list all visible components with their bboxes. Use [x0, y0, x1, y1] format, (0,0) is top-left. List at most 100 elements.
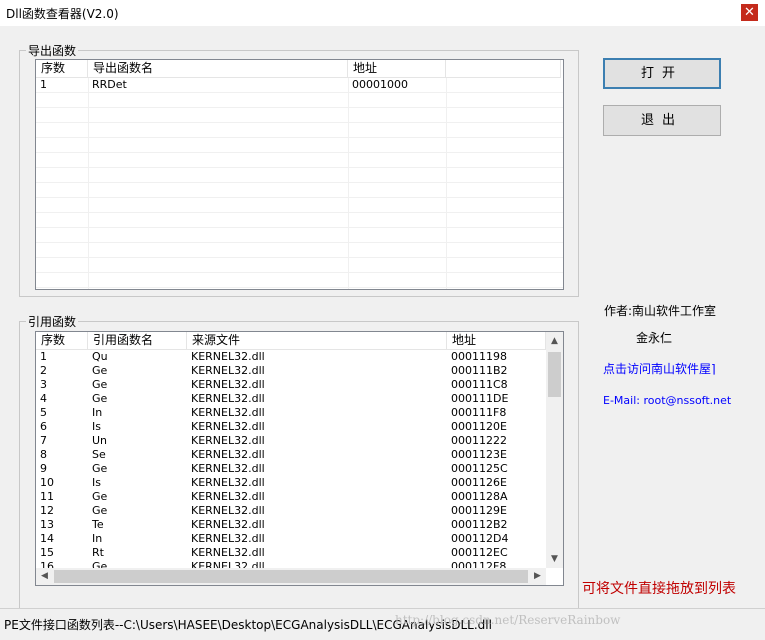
import-cell: 8 — [40, 448, 47, 461]
scroll-down-icon[interactable]: ▼ — [546, 554, 563, 564]
import-cell: 4 — [40, 392, 47, 405]
import-cell: Ge — [92, 364, 108, 377]
export-list[interactable]: 序数 导出函数名 地址 1 RRDet 00001000 — [35, 59, 564, 290]
import-row[interactable]: 10 Is KERNEL32.dll 0001126E — [36, 476, 546, 490]
watermark: http://blog.csdn.net/ReserveRainbow — [395, 613, 621, 627]
import-cell: 0001120E — [451, 420, 507, 433]
import-cell: KERNEL32.dll — [191, 350, 265, 363]
import-row[interactable]: 7 Un KERNEL32.dll 00011222 — [36, 434, 546, 448]
import-row[interactable]: 13 Te KERNEL32.dll 000112B2 — [36, 518, 546, 532]
import-cell: KERNEL32.dll — [191, 490, 265, 503]
import-cell: 5 — [40, 406, 47, 419]
import-row[interactable]: 6 Is KERNEL32.dll 0001120E — [36, 420, 546, 434]
export-row[interactable]: 1 RRDet 00001000 — [36, 78, 563, 93]
import-row[interactable]: 4 Ge KERNEL32.dll 000111DE — [36, 392, 546, 406]
import-group-legend: 引用函数 — [28, 315, 77, 329]
import-cell: 000111C8 — [451, 378, 508, 391]
import-cell: 11 — [40, 490, 54, 503]
export-empty-row — [36, 138, 563, 153]
import-cell: Rt — [92, 546, 104, 559]
export-empty-row — [36, 258, 563, 273]
import-cell: 000112F8 — [451, 560, 507, 568]
open-button[interactable]: 打开 — [603, 58, 721, 89]
import-row[interactable]: 14 In KERNEL32.dll 000112D4 — [36, 532, 546, 546]
export-empty-row — [36, 123, 563, 138]
import-cell: KERNEL32.dll — [191, 476, 265, 489]
import-cell: 1 — [40, 350, 47, 363]
author-label: 作者:南山软件工作室 — [604, 304, 717, 318]
import-col-ordinal[interactable]: 序数 — [36, 332, 88, 349]
import-cell: 0001128A — [451, 490, 508, 503]
import-cell: Ge — [92, 462, 108, 475]
import-cell: 15 — [40, 546, 54, 559]
status-bar: PE文件接口函数列表--C:\Users\HASEE\Desktop\ECGAn… — [0, 608, 765, 640]
import-row[interactable]: 1 Qu KERNEL32.dll 00011198 — [36, 350, 546, 364]
import-row[interactable]: 3 Ge KERNEL32.dll 000111C8 — [36, 378, 546, 392]
import-row[interactable]: 12 Ge KERNEL32.dll 0001129E — [36, 504, 546, 518]
import-cell: Un — [92, 434, 108, 447]
email-link[interactable]: E-Mail: root@nssoft.net — [603, 394, 731, 407]
scroll-right-icon[interactable]: ▶ — [529, 571, 546, 581]
import-col-source[interactable]: 来源文件 — [187, 332, 447, 349]
import-cell: In — [92, 406, 103, 419]
import-cell: Is — [92, 420, 101, 433]
import-cell: Ge — [92, 504, 108, 517]
exit-button[interactable]: 退出 — [603, 105, 721, 136]
import-cell: In — [92, 532, 103, 545]
import-cell: Ge — [92, 490, 108, 503]
import-cell: Qu — [92, 350, 108, 363]
import-cell: 6 — [40, 420, 47, 433]
import-cell: 0001126E — [451, 476, 507, 489]
import-col-address[interactable]: 地址 — [447, 332, 546, 349]
website-link[interactable]: 点击访问南山软件屋⌉ — [603, 360, 762, 377]
scroll-up-icon[interactable]: ▲ — [546, 336, 563, 346]
window-title: Dll函数查看器(V2.0) — [6, 7, 119, 21]
scroll-left-icon[interactable]: ◀ — [36, 571, 53, 581]
import-row[interactable]: 2 Ge KERNEL32.dll 000111B2 — [36, 364, 546, 378]
export-empty-row — [36, 213, 563, 228]
import-cell: KERNEL32.dll — [191, 518, 265, 531]
export-empty-row — [36, 153, 563, 168]
import-row[interactable]: 9 Ge KERNEL32.dll 0001125C — [36, 462, 546, 476]
import-row[interactable]: 16 Ge KERNEL32.dll 000112F8 — [36, 560, 546, 568]
import-row[interactable]: 11 Ge KERNEL32.dll 0001128A — [36, 490, 546, 504]
import-cell: KERNEL32.dll — [191, 504, 265, 517]
import-list[interactable]: 序数 引用函数名 来源文件 地址 1 Qu KERNEL32.dll 00011198… — [35, 331, 564, 586]
export-col-address[interactable]: 地址 — [348, 60, 446, 77]
import-cell: 9 — [40, 462, 47, 475]
import-cell: 0001129E — [451, 504, 507, 517]
vertical-scrollbar[interactable]: ▲ ▼ — [546, 332, 563, 568]
import-row[interactable]: 8 Se KERNEL32.dll 0001123E — [36, 448, 546, 462]
export-col-empty — [446, 60, 561, 77]
import-cell: 000112EC — [451, 546, 508, 559]
export-empty-row — [36, 198, 563, 213]
import-cell: Is — [92, 476, 101, 489]
export-col-ordinal[interactable]: 序数 — [36, 60, 88, 77]
export-group-legend: 导出函数 — [28, 44, 77, 58]
import-cell: KERNEL32.dll — [191, 560, 265, 568]
import-col-name[interactable]: 引用函数名 — [88, 332, 187, 349]
import-cell: 14 — [40, 532, 54, 545]
export-empty-row — [36, 183, 563, 198]
export-empty-row — [36, 273, 563, 288]
export-col-name[interactable]: 导出函数名 — [88, 60, 348, 77]
export-list-header: 序数 导出函数名 地址 — [36, 60, 561, 78]
export-empty-row — [36, 228, 563, 243]
horizontal-scroll-thumb[interactable] — [54, 570, 528, 583]
export-empty-row — [36, 108, 563, 123]
close-icon: ✕ — [744, 5, 755, 20]
import-cell: Ge — [92, 392, 108, 405]
import-cell: Te — [92, 518, 104, 531]
import-cell: 7 — [40, 434, 47, 447]
import-cell: KERNEL32.dll — [191, 448, 265, 461]
import-row[interactable]: 15 Rt KERNEL32.dll 000112EC — [36, 546, 546, 560]
import-cell: KERNEL32.dll — [191, 392, 265, 405]
import-row[interactable]: 5 In KERNEL32.dll 000111F8 — [36, 406, 546, 420]
horizontal-scrollbar[interactable]: ◀ ▶ — [36, 568, 546, 585]
import-cell: KERNEL32.dll — [191, 378, 265, 391]
import-cell: Se — [92, 448, 106, 461]
close-button[interactable]: ✕ — [741, 4, 758, 21]
import-cell: 000112D4 — [451, 532, 509, 545]
import-cell: 2 — [40, 364, 47, 377]
vertical-scroll-thumb[interactable] — [548, 352, 561, 397]
